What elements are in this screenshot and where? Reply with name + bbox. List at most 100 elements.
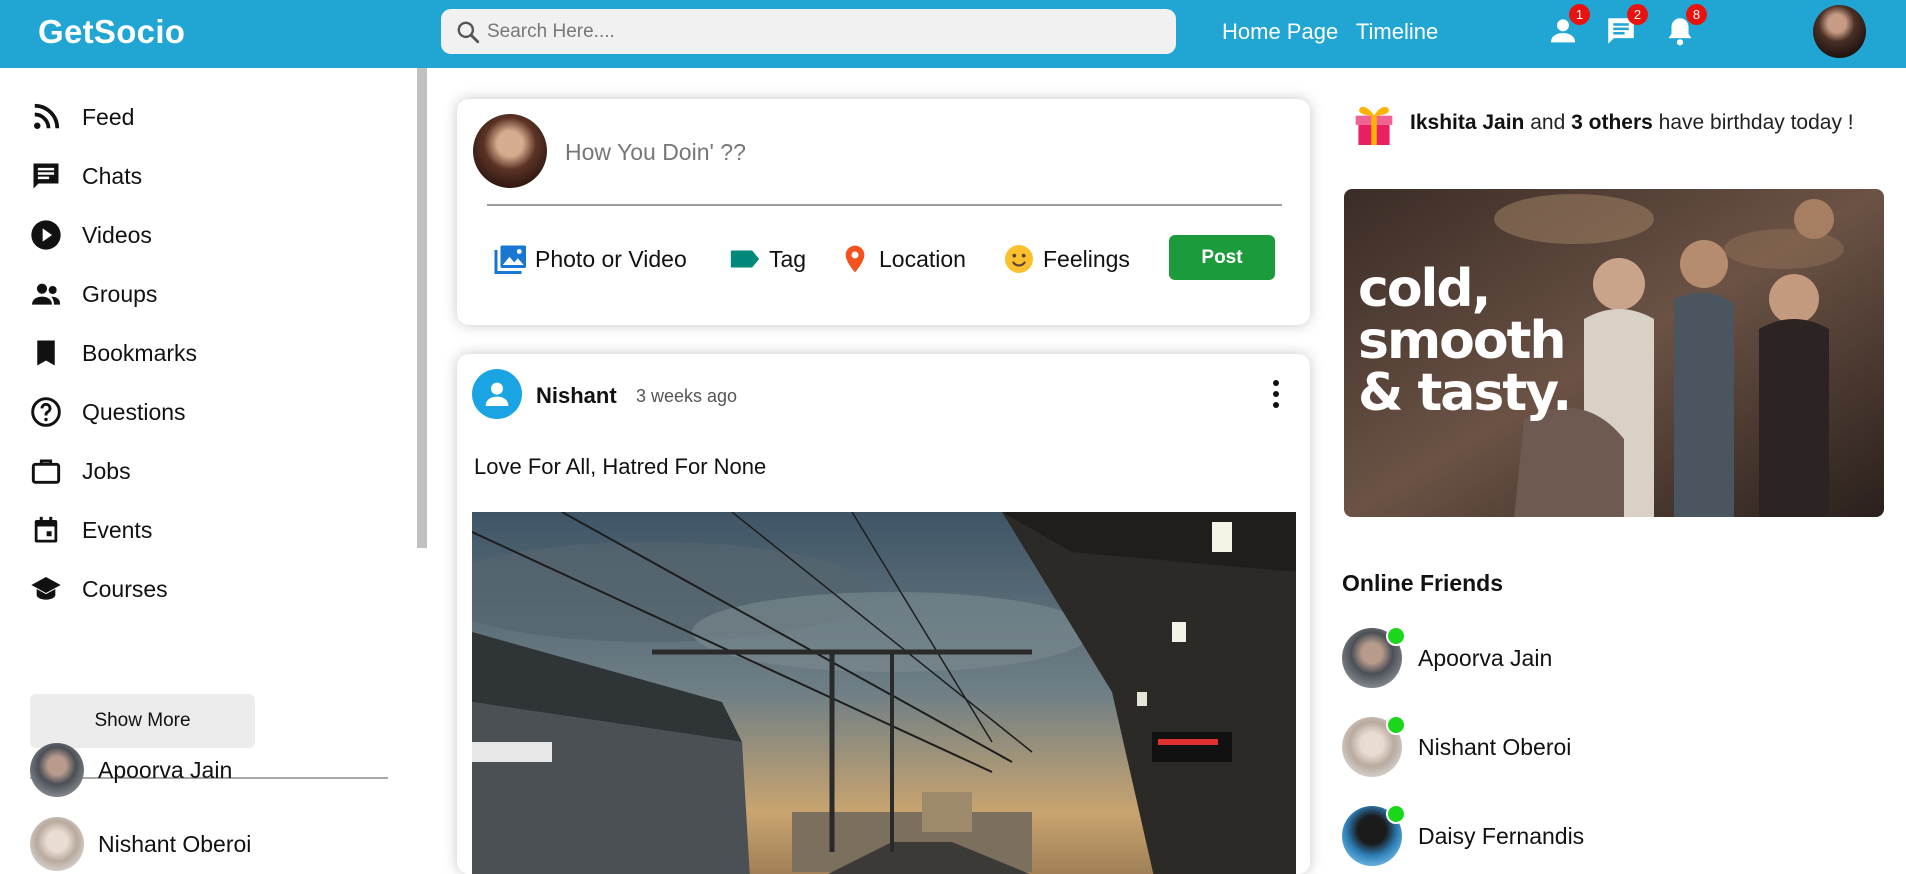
share-option-photo[interactable]: Photo or Video	[493, 241, 687, 277]
rss-feed-icon	[30, 101, 62, 133]
play-circle-icon	[30, 219, 62, 251]
online-status-dot	[1386, 626, 1406, 646]
option-label: Feelings	[1043, 245, 1130, 272]
option-label: Location	[879, 245, 966, 272]
sidebar-item-label: Feed	[82, 103, 135, 130]
friend-requests-button[interactable]: 1	[1546, 4, 1590, 48]
online-friend[interactable]: Daisy Fernandis	[1342, 804, 1585, 866]
sidebar-item-label: Bookmarks	[82, 339, 198, 366]
sidebar-item-bookmarks[interactable]: Bookmarks	[30, 333, 197, 373]
show-more-button[interactable]: Show More	[30, 694, 255, 748]
search-input[interactable]: Search Here....	[487, 21, 615, 43]
birthday-joiner: and	[1530, 111, 1566, 134]
post-timestamp: 3 weeks ago	[636, 386, 738, 406]
sidebar-item-feed[interactable]: Feed	[30, 97, 134, 137]
online-friend[interactable]: Apoorva Jain	[1342, 626, 1553, 688]
search-icon	[457, 21, 480, 44]
sidebar-scrollbar[interactable]	[417, 68, 427, 548]
sidebar-item-questions[interactable]: Questions	[30, 392, 186, 432]
friend-name: Apoorva Jain	[98, 756, 233, 783]
person-icon	[485, 382, 509, 406]
online-status-dot	[1386, 715, 1406, 735]
avatar[interactable]	[472, 369, 522, 419]
sidebar-item-courses[interactable]: Courses	[30, 569, 168, 609]
friend-name: Nishant Oberoi	[1418, 733, 1572, 760]
more-vert-icon[interactable]	[1269, 378, 1283, 410]
sidebar-item-videos[interactable]: Videos	[30, 215, 152, 255]
post-author[interactable]: Nishant	[536, 383, 617, 409]
ad-line: & tasty.	[1358, 363, 1572, 423]
birthday-text: have birthday today !	[1658, 111, 1854, 134]
label-tag-icon	[727, 241, 763, 277]
friend-name: Apoorva Jain	[1418, 644, 1553, 671]
friend-name: Nishant Oberoi	[98, 830, 252, 857]
avatar	[1342, 804, 1406, 866]
calendar-icon	[30, 514, 62, 546]
avatar	[1342, 715, 1406, 777]
sidebar-item-label: Groups	[82, 280, 158, 307]
friend-name: Daisy Fernandis	[1418, 822, 1585, 849]
sidebar-friend[interactable]: Nishant Oberoi	[30, 816, 251, 872]
share-option-feelings[interactable]: Feelings	[1001, 241, 1130, 277]
sidebar-item-label: Jobs	[82, 457, 131, 484]
gift-icon	[1355, 106, 1393, 145]
notifications-button[interactable]: 8	[1663, 4, 1707, 48]
post-card: Nishant 3 weeks ago Love For All, Hatred…	[457, 354, 1310, 874]
status-input[interactable]: How You Doin' ??	[565, 139, 746, 166]
friend-requests-badge: 1	[1569, 4, 1590, 25]
sidebar-item-label: Events	[82, 516, 153, 543]
app-logo[interactable]: GetSocio	[38, 13, 185, 51]
sidebar-item-events[interactable]: Events	[30, 510, 152, 550]
share-option-tag[interactable]: Tag	[727, 241, 806, 277]
sidebar-item-label: Chats	[82, 162, 143, 189]
nav-link-timeline[interactable]: Timeline	[1356, 19, 1438, 44]
online-friend[interactable]: Nishant Oberoi	[1342, 715, 1572, 777]
sidebar-item-groups[interactable]: Groups	[30, 274, 157, 314]
help-circle-icon	[30, 396, 62, 428]
share-option-location[interactable]: Location	[837, 241, 966, 277]
ad-line: smooth	[1358, 311, 1566, 371]
birthday-name[interactable]: Ikshita Jain	[1410, 111, 1524, 135]
group-icon	[30, 278, 62, 310]
option-label: Photo or Video	[535, 245, 687, 272]
share-divider	[487, 204, 1282, 206]
birthday-notice: Ikshita Jain and 3 others have birthday …	[1352, 98, 1854, 148]
briefcase-icon	[30, 455, 62, 487]
smiley-icon	[1001, 241, 1037, 277]
option-label: Tag	[769, 245, 807, 272]
left-sidebar: Feed Chats Videos Groups Bookmarks Quest…	[0, 68, 420, 871]
nav-links: Home Page Timeline	[1222, 19, 1450, 45]
birthday-others[interactable]: 3 others	[1571, 111, 1653, 135]
sidebar-friend[interactable]: Apoorva Jain	[30, 742, 232, 798]
share-card: How You Doin' ?? Photo or Video Tag Loca…	[457, 99, 1310, 325]
sidebar-item-chats[interactable]: Chats	[30, 156, 142, 196]
top-navbar: GetSocio Search Here.... Home Page Timel…	[0, 0, 1906, 68]
post-text: Love For All, Hatred For None	[474, 454, 767, 479]
nav-link-home[interactable]: Home Page	[1222, 19, 1338, 44]
post-image	[472, 512, 1296, 874]
bookmark-icon	[30, 337, 62, 369]
sidebar-item-label: Courses	[82, 575, 168, 602]
profile-avatar[interactable]	[1813, 5, 1866, 58]
photo-library-icon	[493, 241, 529, 277]
school-icon	[30, 573, 62, 605]
sidebar-item-label: Videos	[82, 221, 152, 248]
ad-headline: cold, smooth & tasty.	[1358, 259, 1572, 423]
avatar	[1342, 626, 1406, 688]
messages-badge: 2	[1627, 4, 1648, 25]
avatar	[30, 817, 84, 871]
avatar	[30, 743, 84, 797]
search-bar[interactable]: Search Here....	[441, 9, 1176, 54]
online-status-dot	[1386, 804, 1406, 824]
advertisement-image[interactable]: cold, smooth & tasty.	[1344, 189, 1884, 517]
location-pin-icon	[837, 241, 873, 277]
messages-button[interactable]: 2	[1604, 4, 1648, 48]
avatar	[473, 114, 547, 188]
post-button[interactable]: Post	[1169, 235, 1275, 280]
sidebar-item-label: Questions	[82, 398, 186, 425]
online-friends-title: Online Friends	[1342, 570, 1504, 596]
ad-line: cold,	[1358, 259, 1491, 319]
notifications-badge: 8	[1686, 4, 1707, 25]
chat-icon	[30, 160, 62, 192]
sidebar-item-jobs[interactable]: Jobs	[30, 451, 131, 491]
